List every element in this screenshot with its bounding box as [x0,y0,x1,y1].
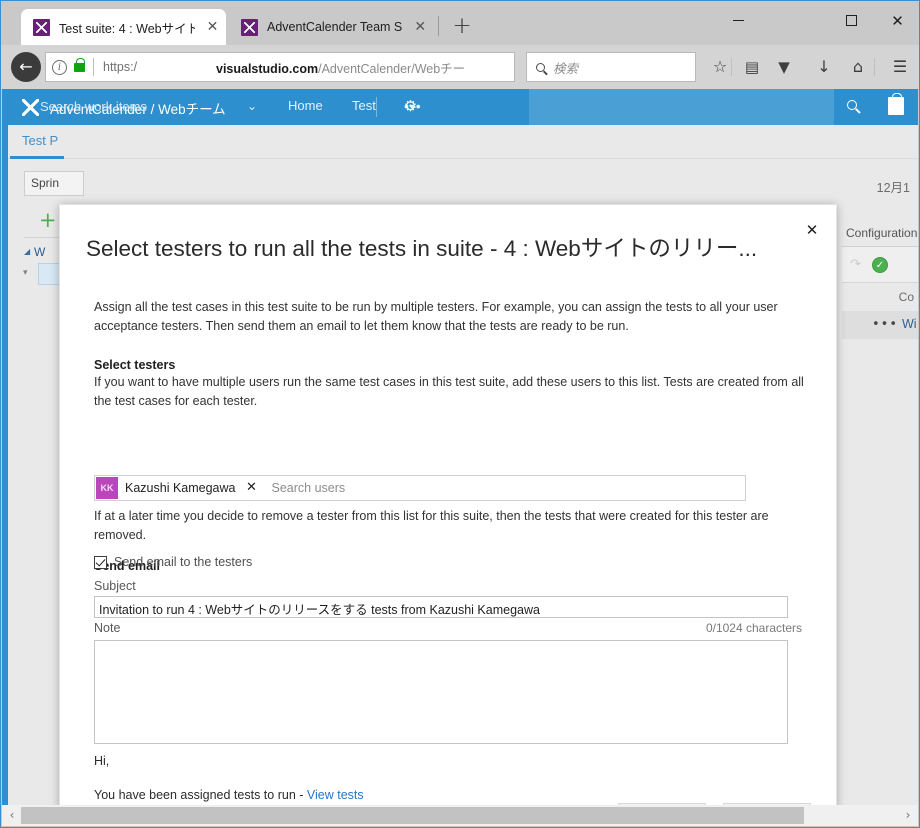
close-icon: ✕ [891,12,904,30]
close-icon[interactable]: ✕ [205,18,220,36]
gear-icon[interactable]: ⚙ [402,98,419,115]
browser-tab-2-title: AdventCalender Team Spr... [267,20,403,34]
menu-icon[interactable]: ☰ [885,52,915,82]
tester-picker-input[interactable]: KK Kazushi Kamegawa ✕ Search users [94,475,746,501]
preview-spacer [94,770,802,787]
visualstudio-logo-icon [22,99,39,116]
window-maximize-button[interactable] [829,6,874,36]
window-minimize-button[interactable] [716,6,761,36]
grid-row-hovered[interactable]: ••• Wi [842,311,918,339]
url-host: visualstudio.com [216,61,319,76]
browser-tab-1[interactable]: Test suite: 4 : Webサイトの... ✕ [21,9,226,45]
shopping-bag-icon[interactable] [888,93,904,115]
grid-row-label: Wi [902,317,917,331]
row-context-menu-icon[interactable]: ••• [872,317,898,332]
lock-icon [74,57,85,72]
dialog-intro-text: Assign all the test cases in this test s… [94,300,778,333]
dialog-body: Assign all the test cases in this test s… [60,283,836,826]
browser-window: Test suite: 4 : Webサイトの... ✕ AdventCalen… [0,0,920,828]
chevron-expanded-icon[interactable]: ◢ [24,247,30,256]
visualstudio-icon [33,18,50,36]
page-horizontal-scrollbar[interactable]: ‹ › [2,805,918,826]
search-users-placeholder: Search users [271,481,346,495]
search-bar[interactable]: 検索 [526,52,696,82]
nav-item-home[interactable]: Home [288,98,323,113]
tab-test-plans[interactable]: Test P [22,133,58,148]
new-tab-button[interactable]: + [449,14,475,40]
search-placeholder: 検索 [553,61,579,76]
maximize-icon [846,15,857,26]
tab-strip: Test suite: 4 : Webサイトの... ✕ AdventCalen… [1,1,919,45]
header-divider [376,97,377,117]
left-accent-rail [2,125,8,826]
note-textarea[interactable] [94,640,788,744]
back-button[interactable]: ← [11,52,41,82]
add-icon[interactable]: + [39,208,57,232]
grid-row-outcome: ↷ ✓ [842,247,918,283]
browser-tab-2[interactable]: AdventCalender Team Spr... ✕ [229,9,434,45]
chevron-down-icon[interactable]: ▾ [23,268,28,278]
url-path: /AdventCalender/Webチー [318,61,466,76]
minimize-icon [733,20,744,21]
note-character-counter: 0/1024 characters [705,621,802,635]
visualstudio-icon [241,18,258,36]
tab-divider [438,16,439,36]
grid-date-column: 12月1 [876,181,910,195]
select-testers-heading: Select testers [94,358,176,372]
home-icon[interactable]: ⌂ [843,52,873,82]
select-testers-description: If you want to have multiple users run t… [94,375,804,408]
address-bar[interactable]: i https:/ visualstudio.com/AdventCalende… [45,52,515,82]
grid-header-secondary: Co [842,283,918,311]
close-icon[interactable]: ✕ [412,18,428,36]
grid-header-label-2: Co [898,290,914,304]
hub-tabs: Test P [8,125,918,159]
select-testers-dialog: ✕ Select testers to run all the tests in… [59,204,837,826]
pocket-icon[interactable]: ▼ [769,52,799,82]
nav-item-test[interactable]: Test [352,98,376,113]
page-info-icon[interactable]: i [52,59,67,75]
passed-check-icon: ✓ [872,257,888,273]
dialog-title: Select testers to run all the tests in s… [86,236,758,261]
subject-input[interactable]: Invitation to run 4 : Webサイトのリリースをする tes… [94,596,788,618]
remove-tester-note: If at a later time you decide to remove … [94,509,769,542]
avatar: KK [96,477,118,499]
scroll-left-icon[interactable]: ‹ [4,807,20,824]
redo-icon: ↷ [850,257,861,272]
sprint-filter-dropdown[interactable]: Sprin [24,171,84,196]
subject-label: Subject [94,579,136,593]
toolbar-divider-2 [731,58,732,76]
scroll-right-icon[interactable]: › [900,807,916,824]
url-scheme: https:/ [103,60,138,74]
browser-toolbar: ← i https:/ visualstudio.com/AdventCalen… [1,45,919,89]
work-item-search-placeholder: Search work items [40,99,147,114]
page-viewport: AdventCalender / Webチーム ⌄ Home Test ••• … [2,89,918,826]
send-email-checkbox[interactable] [94,555,107,569]
browser-tab-1-title: Test suite: 4 : Webサイトの... [59,21,195,36]
url-text: visualstudio.com/AdventCalender/Webチー [216,58,465,77]
send-email-checkbox-row[interactable]: Send email to the testers [94,555,252,569]
note-label: Note [94,621,121,635]
remove-tester-icon[interactable]: ✕ [244,481,258,495]
grid-header-label: Configuration [846,226,918,240]
tester-name-label: Kazushi Kamegawa [125,481,236,495]
search-icon [536,62,545,72]
library-icon[interactable]: ▤ [737,52,767,82]
suite-tree-root[interactable]: W [34,245,45,259]
url-divider [93,58,94,76]
grid-row-empty [842,339,918,363]
vsts-header: AdventCalender / Webチーム ⌄ Home Test ••• … [2,89,918,125]
send-email-checkbox-label: Send email to the testers [114,555,253,569]
grid-header-configuration: Configuration [842,221,918,247]
active-tab-underline [10,156,64,159]
preview-greeting: Hi, [94,754,110,768]
close-icon[interactable]: ✕ [801,219,823,241]
chevron-down-icon[interactable]: ⌄ [247,99,257,113]
window-close-button[interactable]: ✕ [875,6,920,36]
work-item-search-input[interactable] [529,89,834,125]
search-icon[interactable] [847,100,857,110]
scrollbar-thumb[interactable] [21,807,804,824]
toolbar-divider-3 [874,58,875,76]
tester-chip: KK Kazushi Kamegawa ✕ [95,476,262,500]
downloads-icon[interactable]: ↓ [809,52,839,82]
